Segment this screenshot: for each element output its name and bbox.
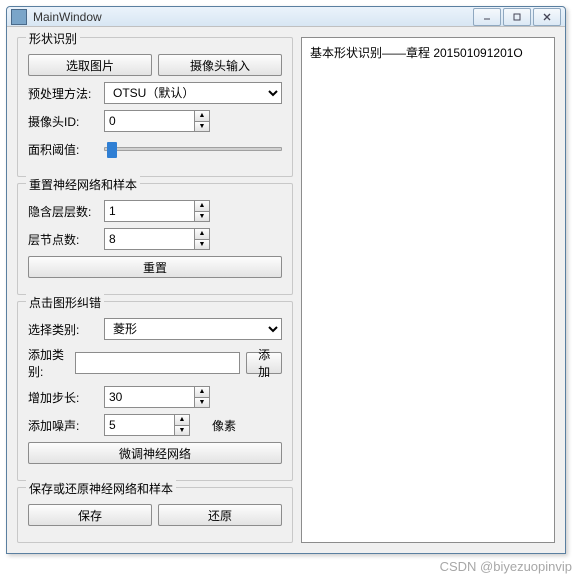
select-class-select[interactable]: 菱形: [104, 318, 282, 340]
spin-down-icon[interactable]: ▼: [175, 426, 189, 436]
restore-button[interactable]: 还原: [158, 504, 282, 526]
spin-down-icon[interactable]: ▼: [195, 240, 209, 250]
group-correct-title: 点击图形纠错: [26, 294, 104, 311]
preprocess-select[interactable]: OTSU（默认）: [104, 82, 282, 104]
add-class-label: 添加类别:: [28, 346, 69, 380]
client-area: 形状识别 选取图片 摄像头输入 预处理方法: OTSU（默认） 摄像头ID: ▲…: [7, 27, 565, 553]
spin-up-icon[interactable]: ▲: [195, 229, 209, 240]
slider-thumb[interactable]: [107, 142, 117, 158]
finetune-button[interactable]: 微调神经网络: [28, 442, 282, 464]
pixel-suffix: 像素: [212, 417, 236, 434]
group-reset-nn: 重置神经网络和样本 隐含层层数: ▲▼ 层节点数: ▲▼ 重置: [17, 183, 293, 295]
select-class-label: 选择类别:: [28, 321, 98, 338]
spin-up-icon[interactable]: ▲: [195, 111, 209, 122]
hidden-layers-spin[interactable]: ▲▼: [104, 200, 282, 222]
hidden-layers-arrows[interactable]: ▲▼: [194, 200, 210, 222]
output-panel: 基本形状识别——章程 201501091201O: [301, 37, 555, 543]
preprocess-label: 预处理方法:: [28, 85, 98, 102]
camera-id-label: 摄像头ID:: [28, 113, 98, 130]
noise-spin[interactable]: ▲▼: [104, 414, 190, 436]
group-shape-title: 形状识别: [26, 30, 80, 47]
layer-nodes-input[interactable]: [104, 228, 194, 250]
camera-id-input[interactable]: [104, 110, 194, 132]
add-button[interactable]: 添加: [246, 352, 282, 374]
add-class-input[interactable]: [75, 352, 240, 374]
area-threshold-slider[interactable]: [104, 147, 282, 151]
group-shape-recognition: 形状识别 选取图片 摄像头输入 预处理方法: OTSU（默认） 摄像头ID: ▲…: [17, 37, 293, 177]
save-button[interactable]: 保存: [28, 504, 152, 526]
camera-id-spin[interactable]: ▲▼: [104, 110, 282, 132]
titlebar: MainWindow: [7, 7, 565, 27]
group-save-title: 保存或还原神经网络和样本: [26, 480, 176, 497]
area-threshold-label: 面积阈值:: [28, 141, 98, 158]
step-spin[interactable]: ▲▼: [104, 386, 282, 408]
group-reset-title: 重置神经网络和样本: [26, 176, 140, 193]
select-image-button[interactable]: 选取图片: [28, 54, 152, 76]
window-controls: [473, 8, 561, 26]
reset-button[interactable]: 重置: [28, 256, 282, 278]
group-correct: 点击图形纠错 选择类别: 菱形 添加类别: 添加 增加步长: ▲▼: [17, 301, 293, 481]
noise-input[interactable]: [104, 414, 174, 436]
camera-input-button[interactable]: 摄像头输入: [158, 54, 282, 76]
step-input[interactable]: [104, 386, 194, 408]
minimize-button[interactable]: [473, 8, 501, 26]
watermark: CSDN @biyezuopinvip: [440, 559, 572, 574]
window-title: MainWindow: [33, 10, 473, 24]
spin-up-icon[interactable]: ▲: [195, 387, 209, 398]
layer-nodes-arrows[interactable]: ▲▼: [194, 228, 210, 250]
camera-id-arrows[interactable]: ▲▼: [194, 110, 210, 132]
group-save-restore: 保存或还原神经网络和样本 保存 还原: [17, 487, 293, 543]
layer-nodes-label: 层节点数:: [28, 231, 98, 248]
right-column: 基本形状识别——章程 201501091201O: [301, 37, 555, 543]
close-button[interactable]: [533, 8, 561, 26]
spin-down-icon[interactable]: ▼: [195, 398, 209, 408]
hidden-layers-label: 隐含层层数:: [28, 203, 98, 220]
app-icon: [11, 9, 27, 25]
step-arrows[interactable]: ▲▼: [194, 386, 210, 408]
spin-down-icon[interactable]: ▼: [195, 212, 209, 222]
spin-up-icon[interactable]: ▲: [175, 415, 189, 426]
layer-nodes-spin[interactable]: ▲▼: [104, 228, 282, 250]
step-label: 增加步长:: [28, 389, 98, 406]
main-window: MainWindow 形状识别 选取图片 摄像头输入 预处理方法: OTSU（默…: [6, 6, 566, 554]
spin-up-icon[interactable]: ▲: [195, 201, 209, 212]
maximize-button[interactable]: [503, 8, 531, 26]
left-column: 形状识别 选取图片 摄像头输入 预处理方法: OTSU（默认） 摄像头ID: ▲…: [17, 37, 293, 543]
output-text: 基本形状识别——章程 201501091201O: [310, 44, 546, 61]
noise-label: 添加噪声:: [28, 417, 98, 434]
hidden-layers-input[interactable]: [104, 200, 194, 222]
spin-down-icon[interactable]: ▼: [195, 122, 209, 132]
noise-arrows[interactable]: ▲▼: [174, 414, 190, 436]
